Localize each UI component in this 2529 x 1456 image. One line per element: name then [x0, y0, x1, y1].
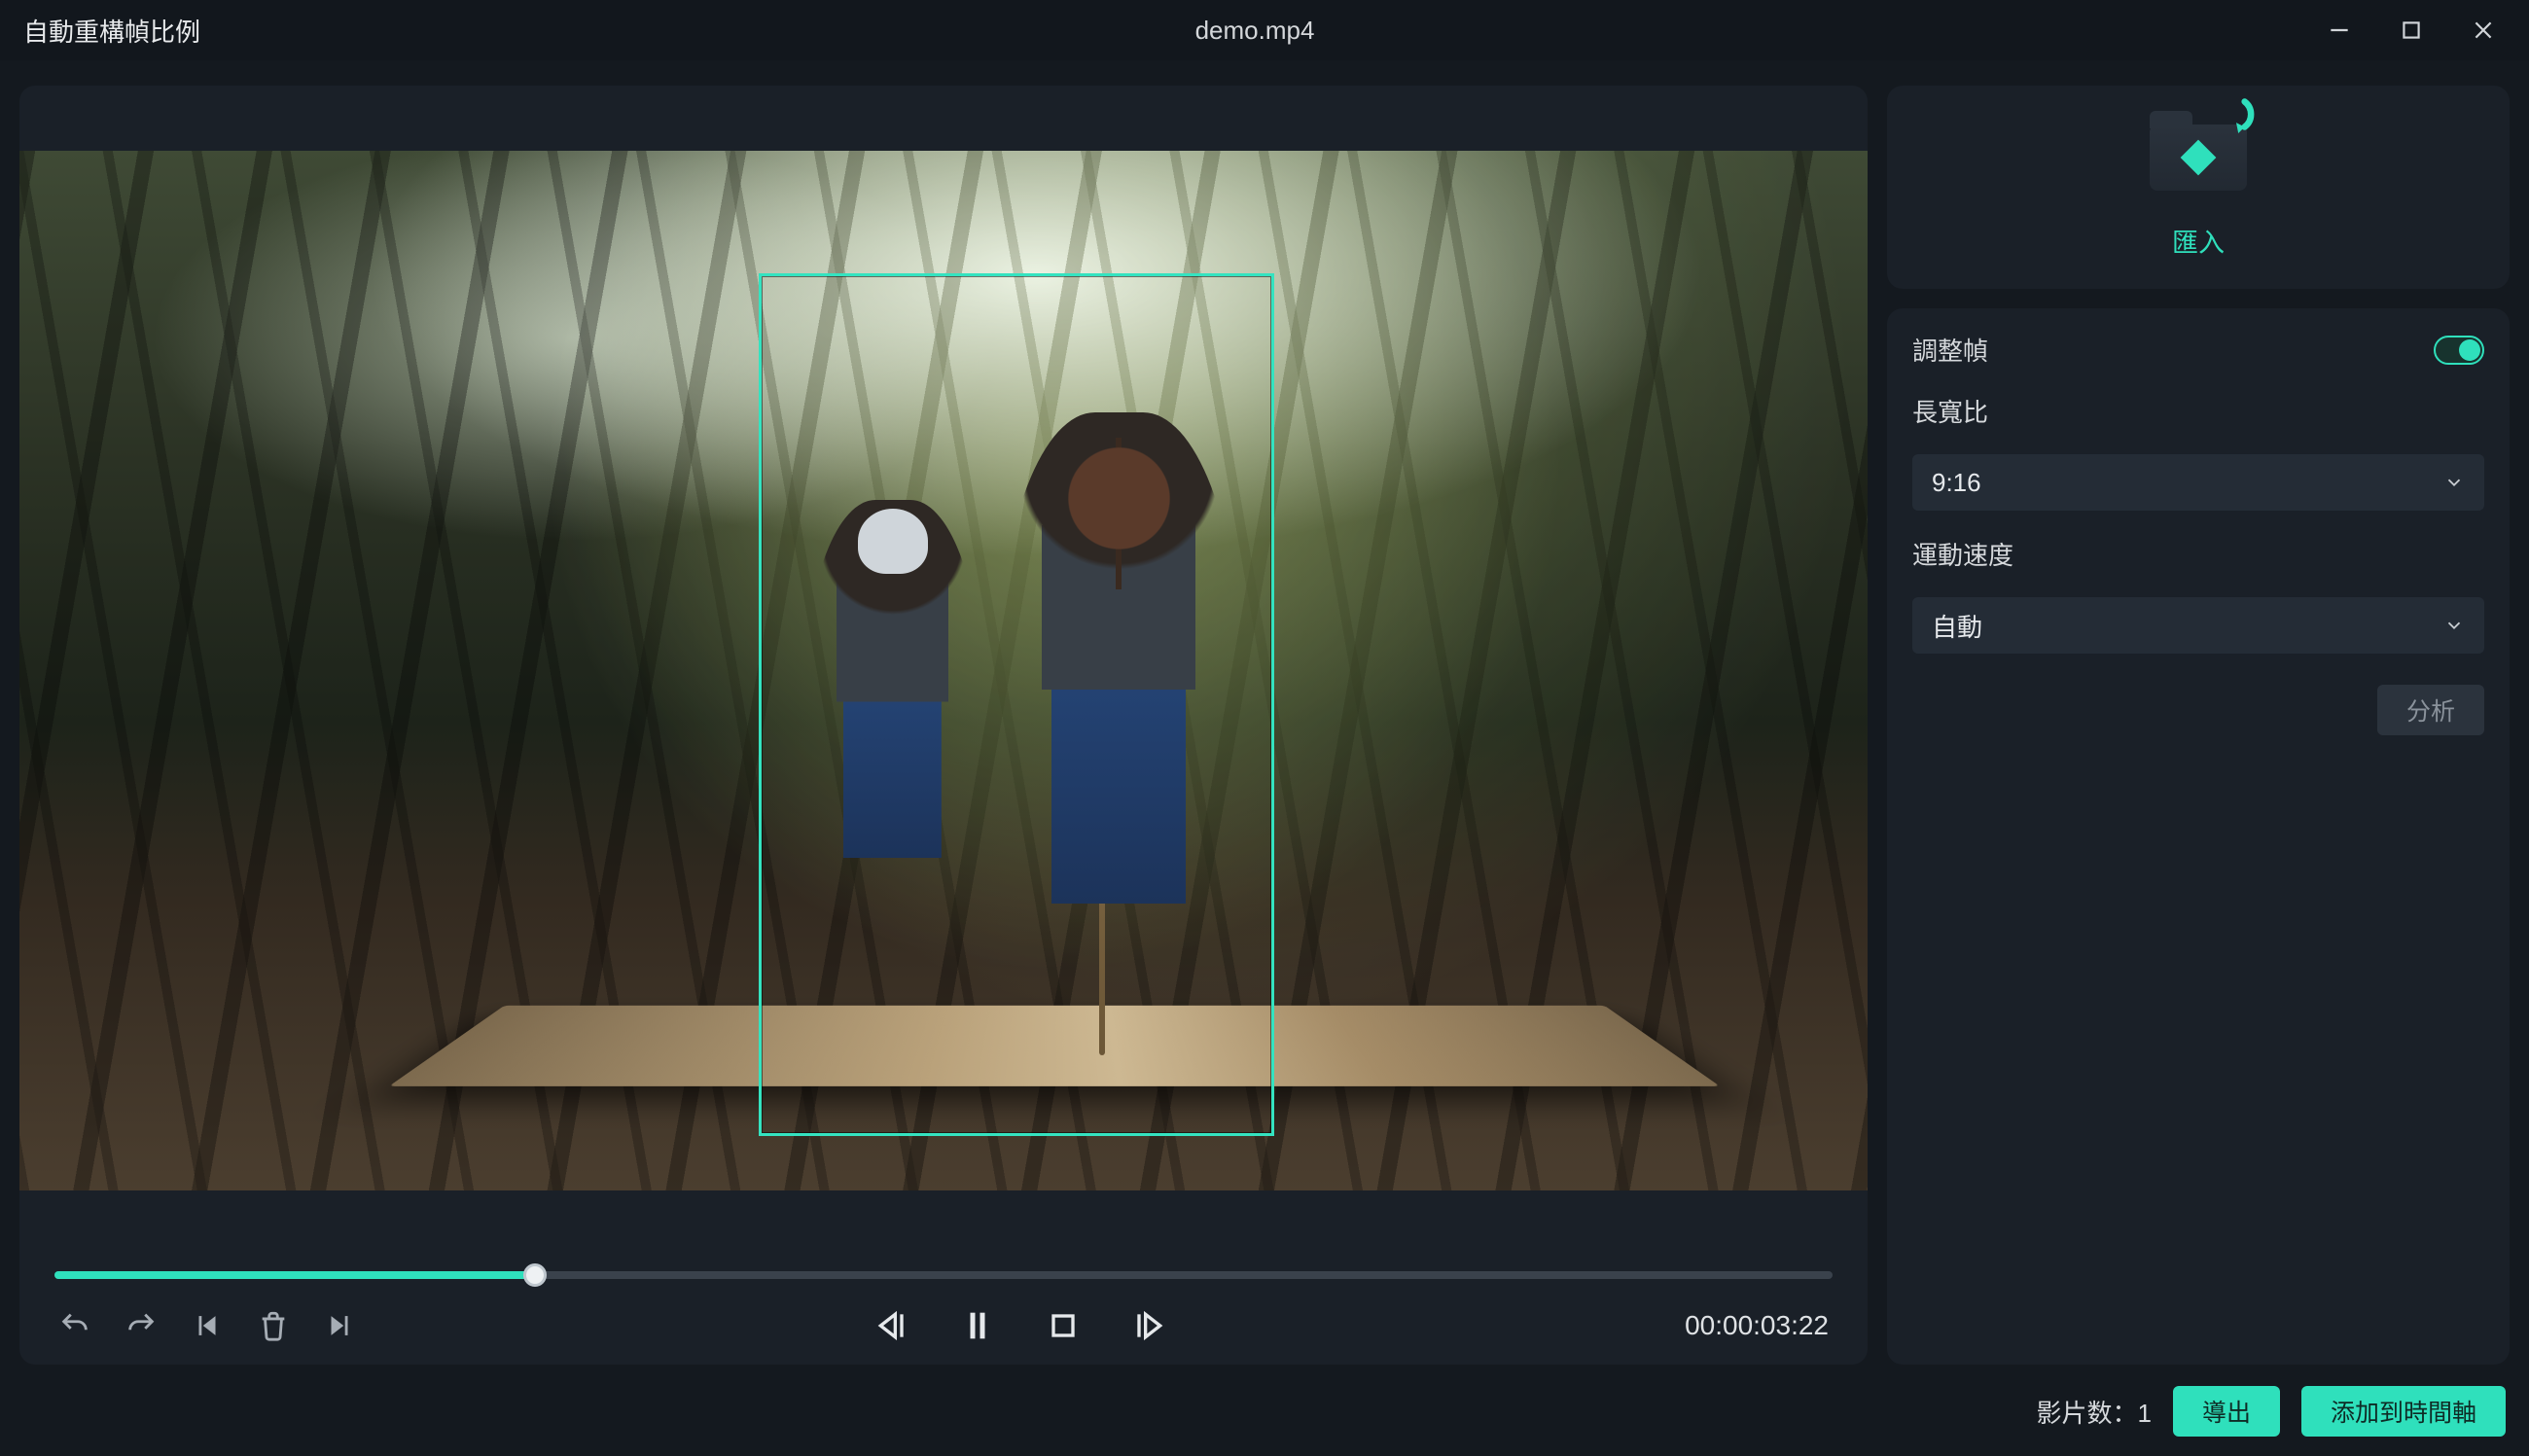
goto-start-button[interactable] — [191, 1309, 224, 1342]
aspect-ratio-select[interactable]: 9:16 — [1912, 454, 2484, 511]
export-button[interactable]: 導出 — [2173, 1386, 2280, 1437]
app-title: 自動重構幀比例 — [23, 13, 200, 49]
motion-speed-select[interactable]: 自動 — [1912, 597, 2484, 654]
step-back-button[interactable] — [873, 1306, 911, 1345]
video-frame[interactable] — [19, 151, 1868, 1190]
aspect-ratio-label: 長寬比 — [1912, 393, 2484, 429]
play-pause-button[interactable] — [958, 1306, 997, 1345]
window-buttons — [2309, 9, 2513, 52]
timecode-group: 00:00:03:22 — [1685, 1310, 1829, 1341]
chevron-down-icon — [2443, 472, 2465, 493]
timecode: 00:00:03:22 — [1685, 1310, 1829, 1341]
clip-count-label: 影片数： — [2036, 1399, 2137, 1428]
adjust-frame-toggle[interactable] — [2434, 336, 2484, 365]
import-arrow-icon — [2211, 95, 2262, 146]
preview-column: 00:00:03:22 — [19, 86, 1868, 1365]
aspect-ratio-value: 9:16 — [1932, 468, 1981, 498]
seek-thumb[interactable] — [523, 1263, 547, 1287]
import-drop-icon — [2141, 113, 2256, 202]
close-button[interactable] — [2453, 9, 2513, 52]
clip-count-value: 1 — [2138, 1399, 2152, 1428]
import-panel[interactable]: 匯入 — [1887, 86, 2510, 289]
auto-reframe-window: 自動重構幀比例 demo.mp4 — [0, 0, 2529, 1456]
redo-icon — [125, 1309, 158, 1342]
goto-end-button[interactable] — [323, 1309, 356, 1342]
seek-fill — [54, 1271, 535, 1279]
trash-icon — [257, 1309, 290, 1342]
file-name: demo.mp4 — [200, 16, 2309, 46]
minimize-icon — [2327, 18, 2352, 43]
minimize-button[interactable] — [2309, 9, 2369, 52]
video-stage — [19, 86, 1868, 1246]
step-forward-icon — [1129, 1306, 1168, 1345]
edit-tools — [58, 1309, 356, 1342]
footer-bar: 影片数：1 導出 添加到時間軸 — [0, 1382, 2529, 1456]
maximize-icon — [2399, 18, 2424, 43]
add-to-timeline-button[interactable]: 添加到時間軸 — [2301, 1386, 2506, 1437]
close-icon — [2471, 18, 2496, 43]
step-back-icon — [873, 1306, 911, 1345]
stop-button[interactable] — [1044, 1306, 1083, 1345]
main-body: 00:00:03:22 匯入 調整幀 長寬比 — [0, 60, 2529, 1382]
import-label: 匯入 — [2172, 222, 2225, 260]
adjust-frame-label: 調整幀 — [1912, 332, 1988, 368]
settings-sidebar: 匯入 調整幀 長寬比 9:16 運動速度 自動 分析 — [1887, 86, 2510, 1365]
titlebar: 自動重構幀比例 demo.mp4 — [0, 0, 2529, 60]
playback-tools — [356, 1306, 1685, 1345]
motion-speed-label: 運動速度 — [1912, 536, 2484, 572]
delete-button[interactable] — [257, 1309, 290, 1342]
redo-button[interactable] — [125, 1309, 158, 1342]
motion-speed-value: 自動 — [1932, 608, 1982, 644]
clip-count: 影片数：1 — [2036, 1394, 2151, 1430]
goto-end-icon — [323, 1309, 356, 1342]
chevron-down-icon — [2443, 615, 2465, 636]
reframe-settings-panel: 調整幀 長寬比 9:16 運動速度 自動 分析 — [1887, 308, 2510, 1365]
seek-bar[interactable] — [54, 1271, 1833, 1279]
transport-bar: 00:00:03:22 — [19, 1289, 1868, 1349]
analyze-button[interactable]: 分析 — [2377, 685, 2484, 735]
reframe-crop-rectangle[interactable] — [759, 273, 1274, 1136]
undo-icon — [58, 1309, 91, 1342]
undo-button[interactable] — [58, 1309, 91, 1342]
step-forward-button[interactable] — [1129, 1306, 1168, 1345]
adjust-frame-row: 調整幀 — [1912, 332, 2484, 368]
analyze-row: 分析 — [1912, 685, 2484, 735]
stop-icon — [1044, 1306, 1083, 1345]
goto-start-icon — [191, 1309, 224, 1342]
preview-panel: 00:00:03:22 — [19, 86, 1868, 1365]
pause-icon — [958, 1306, 997, 1345]
seek-row — [19, 1246, 1868, 1289]
maximize-button[interactable] — [2381, 9, 2441, 52]
